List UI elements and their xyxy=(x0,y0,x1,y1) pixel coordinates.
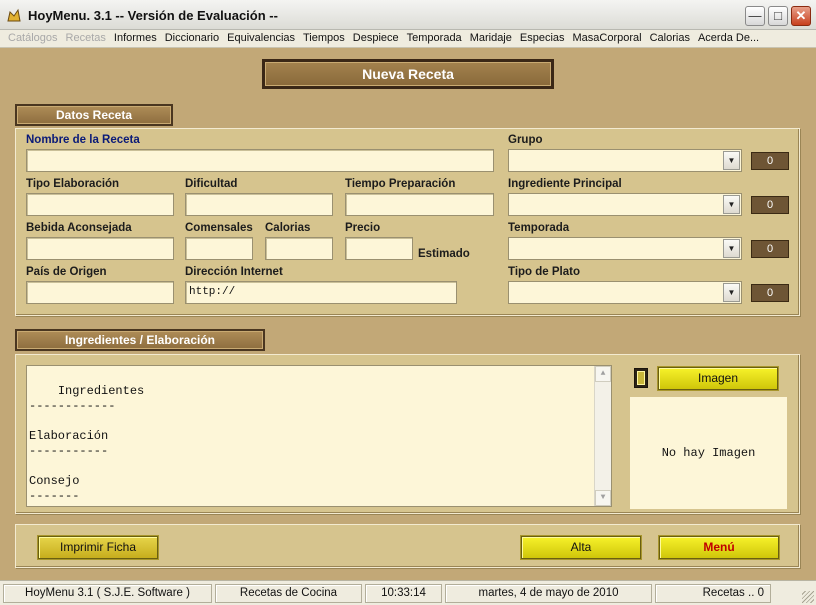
menu-diccionario[interactable]: Diccionario xyxy=(161,30,223,47)
section-tab-ingredientes: Ingredientes / Elaboración xyxy=(15,329,265,351)
title-bar: HoyMenu. 3.1 -- Versión de Evaluación --… xyxy=(0,0,816,30)
menu-bar: Catálogos Recetas Informes Diccionario E… xyxy=(0,30,816,48)
menu-temporada[interactable]: Temporada xyxy=(403,30,466,47)
menu-equivalencias[interactable]: Equivalencias xyxy=(223,30,299,47)
temporada-select[interactable]: ▼ xyxy=(508,237,742,260)
calorias-label: Calorias xyxy=(265,222,311,234)
maximize-button[interactable]: □ xyxy=(768,6,788,26)
image-preview: No hay Imagen xyxy=(630,397,787,509)
datos-panel: Nombre de la Receta Grupo ▼ 0 Tipo Elabo… xyxy=(15,128,800,316)
close-icon: ✕ xyxy=(795,8,807,23)
direccion-label: Dirección Internet xyxy=(185,266,283,278)
status-time: 10:33:14 xyxy=(365,584,442,603)
imagen-button[interactable]: Imagen xyxy=(658,367,778,390)
pais-input[interactable] xyxy=(26,281,174,304)
bebida-input[interactable] xyxy=(26,237,174,260)
section-tab-datos: Datos Receta xyxy=(15,104,173,126)
actions-panel: Imprimir Ficha Alta Menú xyxy=(15,524,800,568)
menu-tiempos[interactable]: Tiempos xyxy=(299,30,349,47)
bebida-label: Bebida Aconsejada xyxy=(26,222,132,234)
estimado-label: Estimado xyxy=(418,248,470,260)
close-button[interactable]: ✕ xyxy=(791,6,811,26)
status-module: Recetas de Cocina xyxy=(215,584,362,603)
section-title-datos: Datos Receta xyxy=(17,106,171,124)
chevron-down-icon[interactable]: ▼ xyxy=(723,151,740,170)
image-toggle-icon xyxy=(637,371,645,385)
chevron-down-icon[interactable]: ▼ xyxy=(723,195,740,214)
temporada-counter: 0 xyxy=(751,240,789,258)
section-title-ingredientes: Ingredientes / Elaboración xyxy=(17,331,263,349)
menu-acerca-de[interactable]: Acerda De... xyxy=(694,30,763,47)
tipo-elaboracion-label: Tipo Elaboración xyxy=(26,178,120,190)
status-count: Recetas .. 0 xyxy=(655,584,771,603)
minimize-icon: — xyxy=(748,8,762,23)
resize-grip-icon[interactable] xyxy=(802,591,814,603)
tipo-elaboracion-input[interactable] xyxy=(26,193,174,216)
precio-input[interactable] xyxy=(345,237,413,260)
menu-button[interactable]: Menú xyxy=(659,536,779,559)
menu-masacorporal[interactable]: MasaCorporal xyxy=(569,30,646,47)
menu-recetas[interactable]: Recetas xyxy=(62,30,110,47)
no-image-text: No hay Imagen xyxy=(661,446,756,460)
menu-calorias[interactable]: Calorias xyxy=(646,30,694,47)
minimize-button[interactable]: — xyxy=(745,6,765,26)
imprimir-ficha-button[interactable]: Imprimir Ficha xyxy=(38,536,158,559)
pais-label: País de Origen xyxy=(26,266,107,278)
menu-catalogos[interactable]: Catálogos xyxy=(4,30,62,47)
status-app: HoyMenu 3.1 ( S.J.E. Software ) xyxy=(3,584,212,603)
textarea-scrollbar[interactable]: ▲ ▼ xyxy=(594,366,611,506)
chevron-down-icon[interactable]: ▼ xyxy=(723,283,740,302)
status-bar: HoyMenu 3.1 ( S.J.E. Software ) Recetas … xyxy=(0,580,816,605)
grupo-counter: 0 xyxy=(751,152,789,170)
image-toggle-button[interactable] xyxy=(634,368,648,388)
menu-especias[interactable]: Especias xyxy=(516,30,569,47)
chevron-down-icon[interactable]: ▼ xyxy=(723,239,740,258)
maximize-icon: □ xyxy=(774,8,782,23)
dificultad-input[interactable] xyxy=(185,193,333,216)
tipo-plato-select[interactable]: ▼ xyxy=(508,281,742,304)
dificultad-label: Dificultad xyxy=(185,178,238,190)
menu-informes[interactable]: Informes xyxy=(110,30,161,47)
precio-label: Precio xyxy=(345,222,381,234)
ingrediente-select[interactable]: ▼ xyxy=(508,193,742,216)
temporada-label: Temporada xyxy=(508,222,570,234)
tiempo-input[interactable] xyxy=(345,193,494,216)
nombre-label: Nombre de la Receta xyxy=(26,134,140,146)
scroll-down-icon[interactable]: ▼ xyxy=(595,490,611,506)
grupo-select[interactable]: ▼ xyxy=(508,149,742,172)
comensales-input[interactable] xyxy=(185,237,253,260)
menu-maridaje[interactable]: Maridaje xyxy=(466,30,516,47)
menu-despiece[interactable]: Despiece xyxy=(349,30,403,47)
ingredientes-panel: Ingredientes ------------ Elaboración --… xyxy=(15,354,800,514)
grupo-label: Grupo xyxy=(508,134,543,146)
page-banner: Nueva Receta xyxy=(262,59,554,89)
calorias-input[interactable] xyxy=(265,237,333,260)
ingredientes-text: Ingredientes ------------ Elaboración --… xyxy=(29,384,145,503)
tipo-plato-counter: 0 xyxy=(751,284,789,302)
ingredientes-textarea[interactable]: Ingredientes ------------ Elaboración --… xyxy=(26,365,612,507)
comensales-label: Comensales xyxy=(185,222,253,234)
direccion-input[interactable]: http:// xyxy=(185,281,457,304)
nombre-input[interactable] xyxy=(26,149,494,172)
scroll-up-icon[interactable]: ▲ xyxy=(595,366,611,382)
ingrediente-counter: 0 xyxy=(751,196,789,214)
alta-button[interactable]: Alta xyxy=(521,536,641,559)
ingrediente-label: Ingrediente Principal xyxy=(508,178,622,190)
app-icon xyxy=(7,8,21,22)
tiempo-label: Tiempo Preparación xyxy=(345,178,456,190)
window-title: HoyMenu. 3.1 -- Versión de Evaluación -- xyxy=(28,8,278,23)
page-title: Nueva Receta xyxy=(265,62,551,86)
tipo-plato-label: Tipo de Plato xyxy=(508,266,580,278)
status-date: martes, 4 de mayo de 2010 xyxy=(445,584,652,603)
